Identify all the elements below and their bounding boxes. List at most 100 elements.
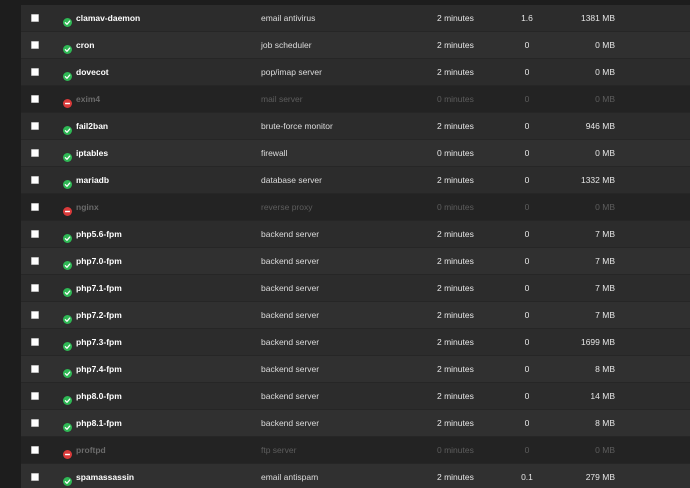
service-cpu: 0 (524, 418, 530, 428)
service-cpu: 0 (524, 67, 530, 77)
table-row[interactable]: exim4 mail server 0 minutes 0 0 MB (21, 86, 690, 113)
table-row[interactable]: php7.0-fpm backend server 2 minutes 0 7 MB (21, 248, 690, 275)
table-row[interactable]: nginx reverse proxy 0 minutes 0 0 MB (21, 194, 690, 221)
check-circle-icon (63, 311, 72, 324)
row-select-checkbox[interactable] (31, 41, 39, 49)
service-uptime: 2 minutes (437, 67, 474, 77)
table-row[interactable]: cron job scheduler 2 minutes 0 0 MB (21, 32, 690, 59)
table-row[interactable]: php8.1-fpm backend server 2 minutes 0 8 MB (21, 410, 690, 437)
service-name[interactable]: php8.0-fpm (76, 383, 122, 410)
service-name[interactable]: php5.6-fpm (76, 221, 122, 248)
row-select-checkbox[interactable] (31, 365, 39, 373)
service-description: brute-force monitor (261, 121, 333, 131)
table-row[interactable]: dovecot pop/imap server 2 minutes 0 0 MB (21, 59, 690, 86)
service-description: ftp server (261, 445, 297, 455)
check-circle-icon (63, 419, 72, 432)
row-select-checkbox[interactable] (31, 446, 39, 454)
table-row[interactable]: php8.0-fpm backend server 2 minutes 0 14 MB (21, 383, 690, 410)
service-name[interactable]: proftpd (76, 437, 106, 464)
table-row[interactable]: mariadb database server 2 minutes 0 1332 MB (21, 167, 690, 194)
service-memory: 7 MB (595, 229, 615, 239)
row-select-checkbox[interactable] (31, 338, 39, 346)
table-row[interactable]: proftpd ftp server 0 minutes 0 0 MB (21, 437, 690, 464)
row-select-checkbox[interactable] (31, 95, 39, 103)
check-circle-icon (63, 68, 72, 81)
row-select-checkbox[interactable] (31, 122, 39, 130)
service-name[interactable]: mariadb (76, 167, 109, 194)
service-name[interactable]: php7.1-fpm (76, 275, 122, 302)
service-name[interactable]: iptables (76, 140, 108, 167)
table-row[interactable]: php7.3-fpm backend server 2 minutes 0 1699 M… (21, 329, 690, 356)
row-select-checkbox[interactable] (31, 230, 39, 238)
service-cpu: 0 (524, 364, 530, 374)
table-row[interactable]: php7.4-fpm backend server 2 minutes 0 8 MB (21, 356, 690, 383)
row-select-checkbox[interactable] (31, 14, 39, 22)
service-name[interactable]: exim4 (76, 86, 100, 113)
service-cpu: 0 (524, 445, 530, 455)
check-circle-icon (63, 176, 72, 189)
table-row[interactable]: php5.6-fpm backend server 2 minutes 0 7 MB (21, 221, 690, 248)
service-name[interactable]: spamassassin (76, 464, 134, 488)
service-description: backend server (261, 418, 320, 428)
service-description: email antivirus (261, 13, 316, 23)
service-memory: 0 MB (595, 445, 615, 455)
table-row[interactable]: fail2ban brute-force monitor 2 minutes 0 946… (21, 113, 690, 140)
service-cpu: 0 (524, 256, 530, 266)
row-select-checkbox[interactable] (31, 284, 39, 292)
service-cpu: 0 (524, 202, 530, 212)
row-select-checkbox[interactable] (31, 176, 39, 184)
minus-circle-icon (63, 95, 72, 108)
service-memory: 1381 MB (580, 13, 615, 23)
service-uptime: 0 minutes (437, 148, 474, 158)
service-name[interactable]: php7.4-fpm (76, 356, 122, 383)
service-cpu: 0 (524, 337, 530, 347)
check-circle-icon (63, 122, 72, 135)
service-cpu: 0 (524, 229, 530, 239)
table-row[interactable]: clamav-daemon email antivirus 2 minutes 1.6… (21, 5, 690, 32)
service-description: backend server (261, 337, 320, 347)
service-name[interactable]: php7.3-fpm (76, 329, 122, 356)
table-row[interactable]: php7.1-fpm backend server 2 minutes 0 7 MB (21, 275, 690, 302)
row-select-checkbox[interactable] (31, 392, 39, 400)
service-memory: 7 MB (595, 256, 615, 266)
service-name[interactable]: clamav-daemon (76, 5, 140, 32)
check-circle-icon (63, 14, 72, 27)
row-select-checkbox[interactable] (31, 68, 39, 76)
service-name[interactable]: dovecot (76, 59, 109, 86)
minus-circle-icon (63, 203, 72, 216)
service-uptime: 0 minutes (437, 445, 474, 455)
service-uptime: 2 minutes (437, 256, 474, 266)
check-circle-icon (63, 365, 72, 378)
row-select-checkbox[interactable] (31, 203, 39, 211)
service-description: job scheduler (261, 40, 312, 50)
service-description: backend server (261, 229, 320, 239)
service-uptime: 2 minutes (437, 13, 474, 23)
row-select-checkbox[interactable] (31, 149, 39, 157)
row-select-checkbox[interactable] (31, 257, 39, 265)
service-uptime: 0 minutes (437, 94, 474, 104)
row-select-checkbox[interactable] (31, 311, 39, 319)
row-select-checkbox[interactable] (31, 473, 39, 481)
check-circle-icon (63, 338, 72, 351)
service-name[interactable]: php7.0-fpm (76, 248, 122, 275)
service-name[interactable]: php7.2-fpm (76, 302, 122, 329)
service-cpu: 0 (524, 175, 530, 185)
service-memory: 0 MB (595, 148, 615, 158)
service-uptime: 2 minutes (437, 175, 474, 185)
service-uptime: 2 minutes (437, 310, 474, 320)
check-circle-icon (63, 149, 72, 162)
service-memory: 8 MB (595, 418, 615, 428)
table-row[interactable]: spamassassin email antispam 2 minutes 0.1 27… (21, 464, 690, 488)
service-name[interactable]: cron (76, 32, 94, 59)
service-name[interactable]: nginx (76, 194, 99, 221)
service-description: database server (261, 175, 322, 185)
service-cpu: 0 (524, 391, 530, 401)
service-memory: 14 MB (590, 391, 615, 401)
service-name[interactable]: fail2ban (76, 113, 108, 140)
service-uptime: 0 minutes (437, 202, 474, 212)
table-row[interactable]: php7.2-fpm backend server 2 minutes 0 7 MB (21, 302, 690, 329)
row-select-checkbox[interactable] (31, 419, 39, 427)
table-row[interactable]: iptables firewall 0 minutes 0 0 MB (21, 140, 690, 167)
service-description: firewall (261, 148, 288, 158)
service-name[interactable]: php8.1-fpm (76, 410, 122, 437)
